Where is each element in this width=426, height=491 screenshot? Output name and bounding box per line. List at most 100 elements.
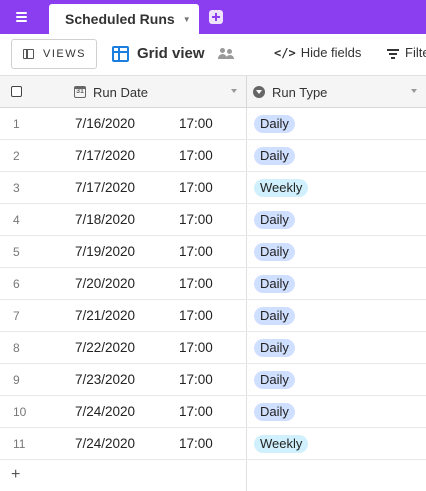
table-row[interactable]: 9 7/23/2020 17:00 Daily xyxy=(0,364,426,396)
row-number: 4 xyxy=(13,213,20,227)
add-tab-icon[interactable] xyxy=(209,10,223,24)
hide-fields-button[interactable]: </> Hide fields xyxy=(274,45,361,60)
select-all-checkbox[interactable] xyxy=(11,86,22,97)
run-date-cell[interactable]: 7/19/2020 xyxy=(75,244,135,259)
run-type-pill: Weekly xyxy=(254,435,309,453)
run-time-cell[interactable]: 17:00 xyxy=(179,276,213,291)
view-toolbar: VIEWS Grid view </> Hide fields Filte xyxy=(0,34,426,76)
people-icon[interactable] xyxy=(217,46,235,62)
column-label: Run Type xyxy=(272,84,328,100)
run-time-cell[interactable]: 17:00 xyxy=(179,340,213,355)
run-date-cell[interactable]: 7/20/2020 xyxy=(75,276,135,291)
run-time-cell[interactable]: 17:00 xyxy=(179,436,213,451)
run-date-cell[interactable]: 7/16/2020 xyxy=(75,116,135,131)
column-header-run-type[interactable]: Run Type xyxy=(246,76,426,108)
run-time-cell[interactable]: 17:00 xyxy=(179,244,213,259)
row-number: 5 xyxy=(13,245,20,259)
run-time-cell[interactable]: 17:00 xyxy=(179,180,213,195)
filter-button[interactable]: Filte xyxy=(387,45,426,60)
row-number: 3 xyxy=(13,181,20,195)
row-number: 11 xyxy=(13,437,26,451)
column-label: Run Date xyxy=(93,84,148,100)
tab-label: Scheduled Runs xyxy=(65,11,175,27)
table-row[interactable]: 3 7/17/2020 17:00 Weekly xyxy=(0,172,426,204)
run-date-cell[interactable]: 7/17/2020 xyxy=(75,148,135,163)
row-number: 2 xyxy=(13,149,20,163)
add-record-button[interactable]: + xyxy=(11,466,20,484)
run-type-pill: Daily xyxy=(254,339,295,357)
table-row[interactable]: 11 7/24/2020 17:00 Weekly xyxy=(0,428,426,460)
run-date-cell[interactable]: 7/17/2020 xyxy=(75,180,135,195)
run-date-cell[interactable]: 7/24/2020 xyxy=(75,404,135,419)
grid-view-icon xyxy=(112,46,129,62)
table-row[interactable]: 10 7/24/2020 17:00 Daily xyxy=(0,396,426,428)
row-number: 6 xyxy=(13,277,20,291)
chevron-down-icon[interactable] xyxy=(231,89,237,93)
run-type-cell[interactable]: Weekly xyxy=(246,428,426,459)
run-date-cell[interactable]: 7/21/2020 xyxy=(75,308,135,323)
run-type-cell[interactable]: Daily xyxy=(246,236,426,267)
run-type-cell[interactable]: Daily xyxy=(246,140,426,171)
run-type-cell[interactable]: Daily xyxy=(246,396,426,427)
sidebar-icon xyxy=(23,49,34,59)
tab-scheduled-runs[interactable]: Scheduled Runs ▼ xyxy=(49,4,199,34)
data-grid: 31 Run Date Run Type 1 7/16/2020 17:00 D… xyxy=(0,76,426,491)
run-type-cell[interactable]: Daily xyxy=(246,364,426,395)
run-time-cell[interactable]: 17:00 xyxy=(179,212,213,227)
run-type-cell[interactable]: Daily xyxy=(246,332,426,363)
run-date-cell[interactable]: 7/18/2020 xyxy=(75,212,135,227)
single-select-icon xyxy=(253,86,265,98)
grid-rows: 1 7/16/2020 17:00 Daily 2 7/17/2020 17:0… xyxy=(0,108,426,491)
run-type-cell[interactable]: Daily xyxy=(246,204,426,235)
run-type-pill: Daily xyxy=(254,371,295,389)
eye-off-icon: </> xyxy=(274,45,296,60)
table-row[interactable]: 8 7/22/2020 17:00 Daily xyxy=(0,332,426,364)
app-top-bar: Scheduled Runs ▼ xyxy=(0,0,426,34)
run-type-pill: Daily xyxy=(254,307,295,325)
view-name[interactable]: Grid view xyxy=(137,45,205,62)
row-number: 10 xyxy=(13,405,27,419)
row-number: 9 xyxy=(13,373,20,387)
table-row[interactable]: 4 7/18/2020 17:00 Daily xyxy=(0,204,426,236)
filter-label: Filte xyxy=(405,45,426,60)
run-type-pill: Daily xyxy=(254,275,295,293)
table-row[interactable]: 2 7/17/2020 17:00 Daily xyxy=(0,140,426,172)
run-type-pill: Daily xyxy=(254,115,295,133)
run-time-cell[interactable]: 17:00 xyxy=(179,148,213,163)
run-date-cell[interactable]: 7/23/2020 xyxy=(75,372,135,387)
add-record-row[interactable]: + xyxy=(0,460,426,491)
table-row[interactable]: 1 7/16/2020 17:00 Daily xyxy=(0,108,426,140)
table-row[interactable]: 7 7/21/2020 17:00 Daily xyxy=(0,300,426,332)
empty-cell xyxy=(246,460,426,491)
run-date-cell[interactable]: 7/24/2020 xyxy=(75,436,135,451)
chevron-down-icon[interactable]: ▼ xyxy=(183,15,191,24)
run-type-cell[interactable]: Daily xyxy=(246,300,426,331)
table-row[interactable]: 5 7/19/2020 17:00 Daily xyxy=(0,236,426,268)
column-header-run-date[interactable]: 31 Run Date xyxy=(64,76,246,108)
run-type-pill: Daily xyxy=(254,243,295,261)
table-row[interactable]: 6 7/20/2020 17:00 Daily xyxy=(0,268,426,300)
run-type-pill: Daily xyxy=(254,211,295,229)
row-number: 1 xyxy=(13,117,20,131)
run-type-pill: Weekly xyxy=(254,179,309,197)
run-type-pill: Daily xyxy=(254,403,295,421)
filter-icon xyxy=(387,48,399,59)
run-type-cell[interactable]: Weekly xyxy=(246,172,426,203)
grid-header: 31 Run Date Run Type xyxy=(0,76,426,108)
views-label: VIEWS xyxy=(43,48,86,60)
row-number: 7 xyxy=(13,309,20,323)
run-type-cell[interactable]: Daily xyxy=(246,108,426,139)
run-type-pill: Daily xyxy=(254,147,295,165)
menu-icon[interactable] xyxy=(14,9,30,25)
hide-fields-label: Hide fields xyxy=(300,45,362,60)
run-type-cell[interactable]: Daily xyxy=(246,268,426,299)
calendar-icon: 31 xyxy=(74,86,86,98)
run-time-cell[interactable]: 17:00 xyxy=(179,404,213,419)
run-time-cell[interactable]: 17:00 xyxy=(179,372,213,387)
run-time-cell[interactable]: 17:00 xyxy=(179,116,213,131)
views-button[interactable]: VIEWS xyxy=(11,39,97,69)
run-time-cell[interactable]: 17:00 xyxy=(179,308,213,323)
chevron-down-icon[interactable] xyxy=(411,89,417,93)
run-date-cell[interactable]: 7/22/2020 xyxy=(75,340,135,355)
row-number: 8 xyxy=(13,341,20,355)
